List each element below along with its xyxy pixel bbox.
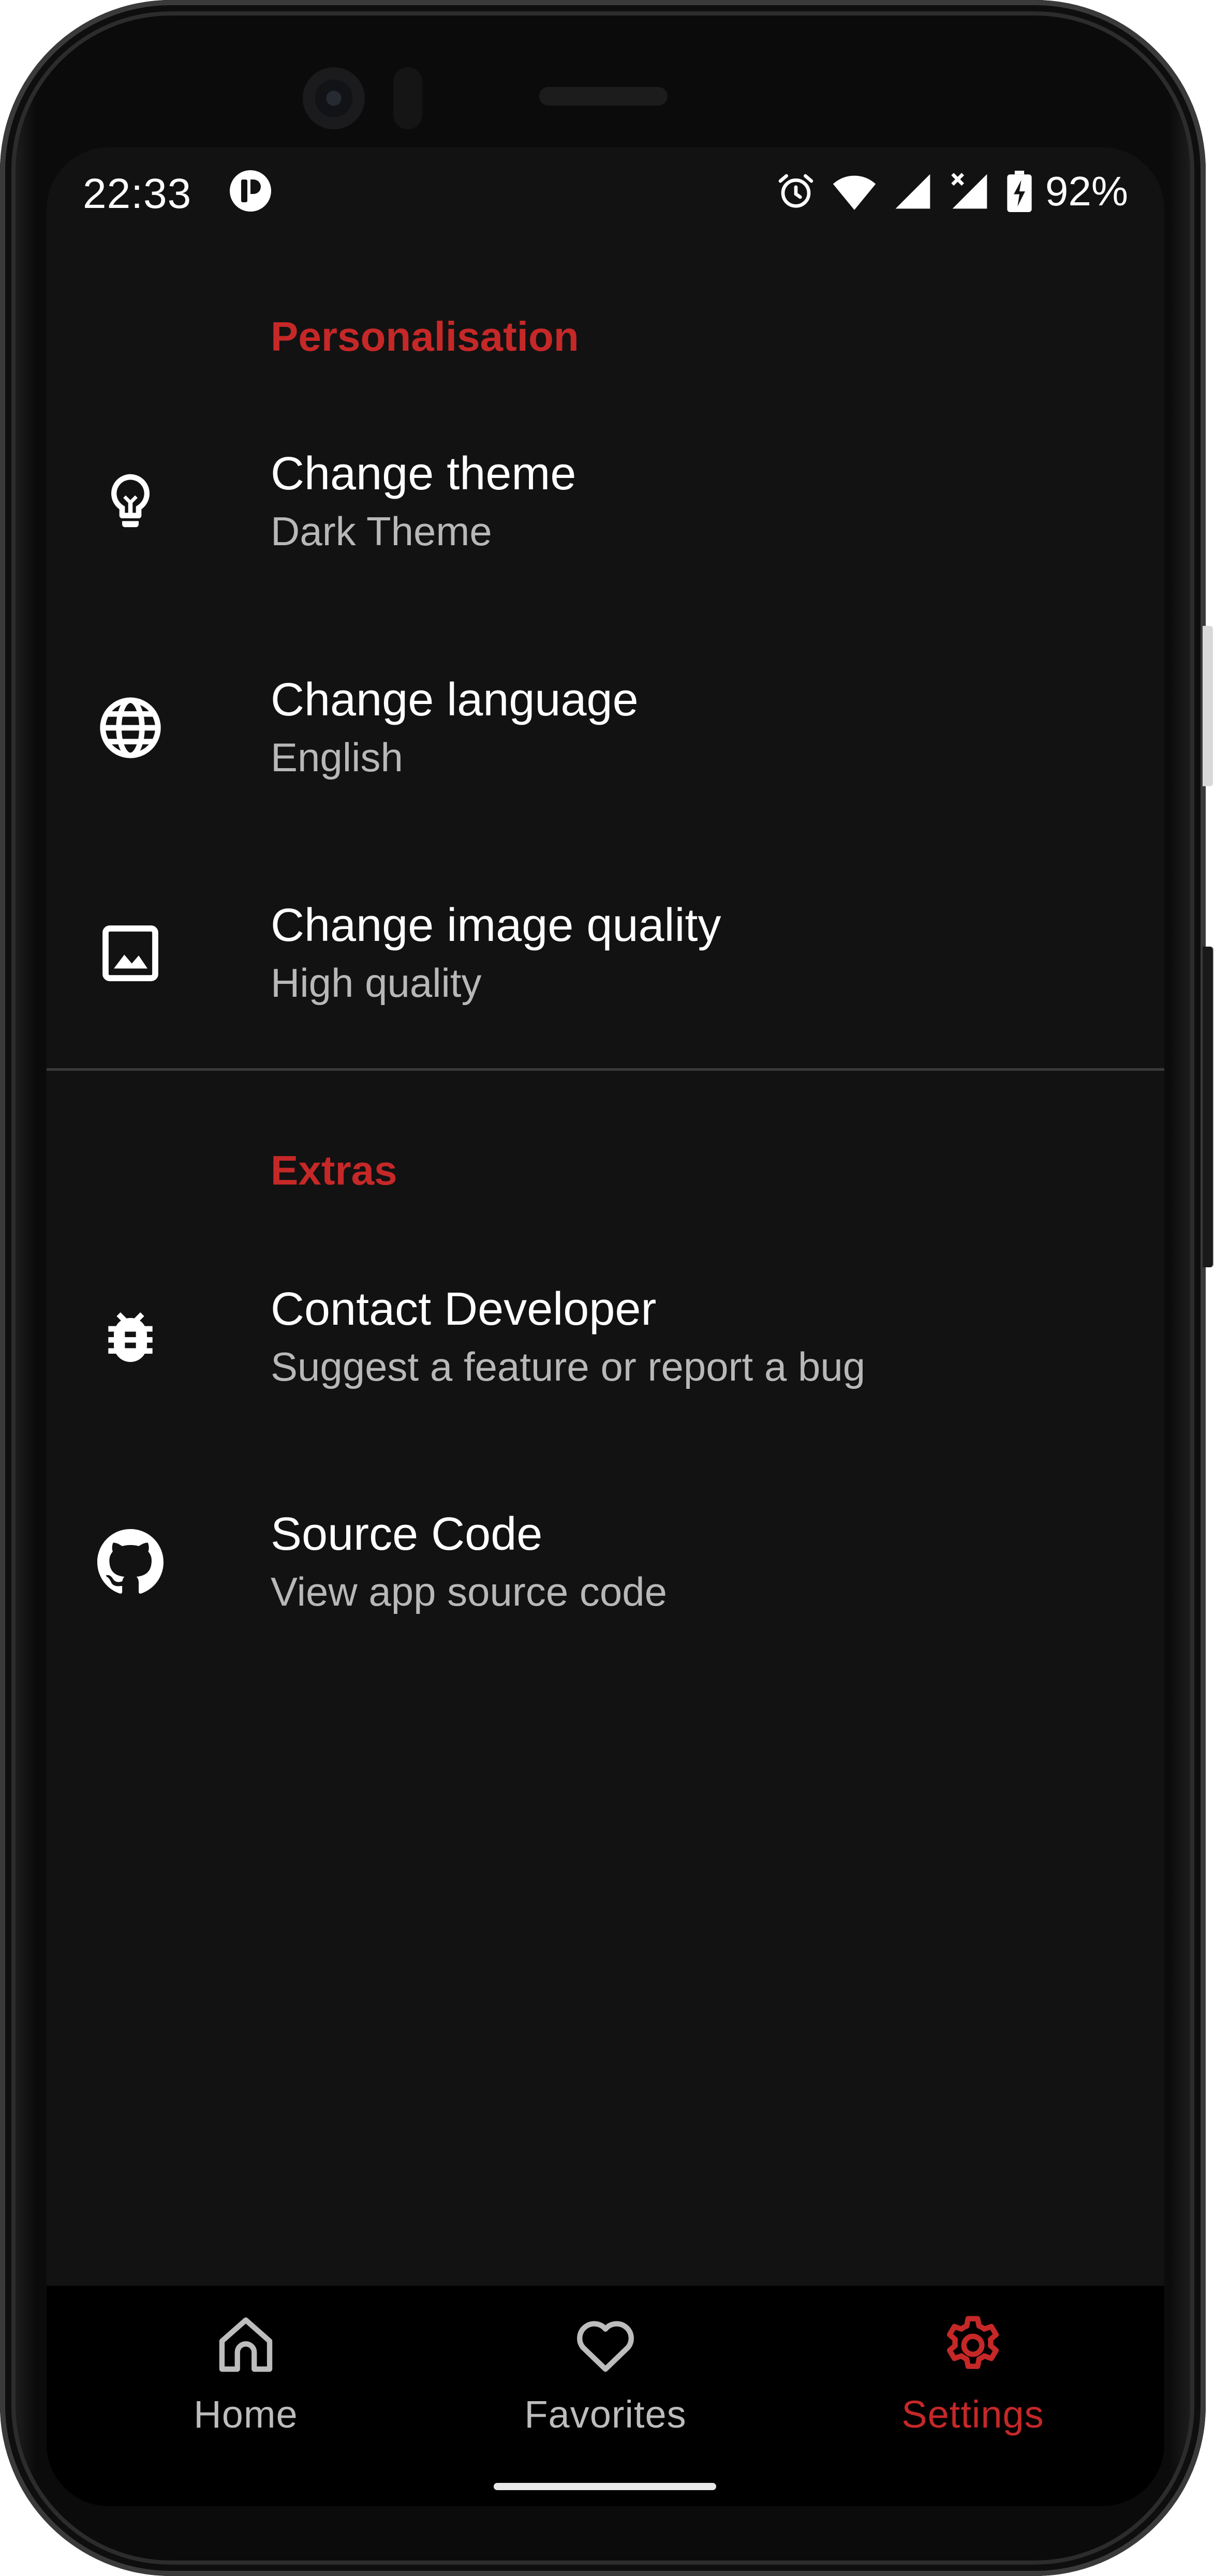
- setting-source-code[interactable]: Source Code View app source code: [47, 1454, 1164, 1671]
- nav-item-settings[interactable]: Settings: [818, 2312, 1128, 2467]
- front-camera: [303, 67, 365, 129]
- section-divider: [47, 1068, 1164, 1071]
- screen: 22:33 92% Personalisation Change theme D…: [47, 147, 1164, 2506]
- setting-subtitle: English: [271, 734, 403, 780]
- signal-icon: [895, 174, 930, 209]
- wifi-icon: [833, 175, 876, 210]
- setting-change-theme[interactable]: Change theme Dark Theme: [47, 393, 1164, 610]
- nav-item-home[interactable]: Home: [91, 2312, 401, 2467]
- setting-change-image-quality[interactable]: Change image quality High quality: [47, 845, 1164, 1062]
- setting-title: Change image quality: [271, 900, 721, 952]
- setting-subtitle: View app source code: [271, 1568, 668, 1614]
- signal-no-data-icon: [951, 173, 987, 209]
- proximity-sensor: [393, 67, 422, 129]
- earpiece-speaker: [539, 87, 668, 106]
- section-title-extras: Extras: [271, 1147, 397, 1193]
- setting-subtitle: Suggest a feature or report a bug: [271, 1343, 866, 1389]
- setting-title: Change theme: [271, 448, 576, 500]
- alarm-icon: [778, 174, 813, 208]
- nav-item-favorites[interactable]: Favorites: [450, 2312, 761, 2467]
- phone-frame: 22:33 92% Personalisation Change theme D…: [0, 0, 1214, 2576]
- setting-subtitle: Dark Theme: [271, 508, 492, 554]
- heart-icon: [577, 2321, 634, 2372]
- status-bar: 22:33 92%: [47, 147, 1164, 238]
- p-logo-icon: [230, 170, 271, 212]
- power-button: [1203, 947, 1213, 1267]
- setting-title: Source Code: [271, 1508, 543, 1561]
- setting-contact-developer[interactable]: Contact Developer Suggest a feature or r…: [47, 1229, 1164, 1446]
- globe-icon: [100, 697, 161, 758]
- nav-label-favorites: Favorites: [524, 2393, 687, 2436]
- status-time: 22:33: [83, 170, 192, 217]
- status-indicators: 92%: [775, 168, 1128, 215]
- battery-charging-icon: [1007, 171, 1032, 212]
- bug-icon: [108, 1312, 153, 1362]
- nav-label-settings: Settings: [901, 2393, 1044, 2436]
- gear-icon: [946, 2316, 999, 2369]
- volume-button: [1203, 626, 1213, 786]
- setting-title: Change language: [271, 674, 639, 726]
- section-title-personalisation: Personalisation: [271, 313, 579, 360]
- setting-title: Contact Developer: [271, 1283, 657, 1336]
- home-icon: [219, 2317, 273, 2372]
- image-icon: [102, 925, 158, 981]
- lightbulb-icon: [111, 474, 150, 528]
- github-icon: [97, 1529, 164, 1594]
- battery-percent: 92%: [1045, 168, 1128, 214]
- home-indicator[interactable]: [494, 2483, 716, 2490]
- bottom-navigation: Home Favorites Settings: [47, 2286, 1164, 2506]
- setting-change-language[interactable]: Change language English: [47, 619, 1164, 836]
- nav-label-home: Home: [194, 2393, 298, 2436]
- setting-subtitle: High quality: [271, 960, 482, 1006]
